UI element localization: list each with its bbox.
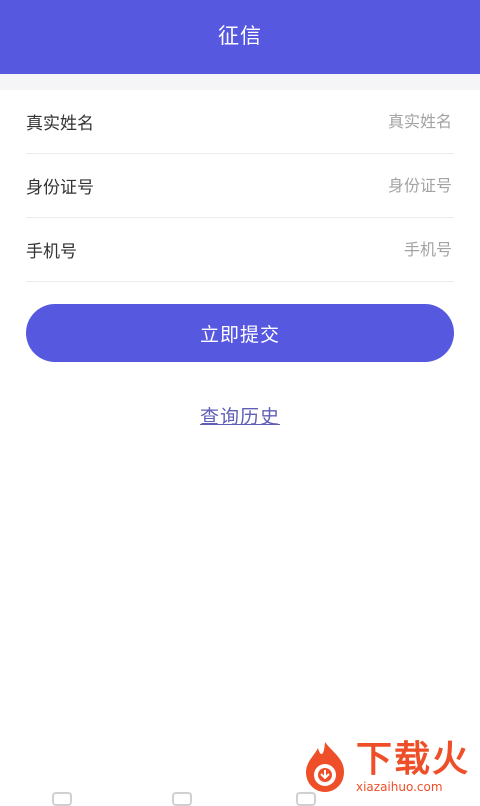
nav-hint-icon: [172, 792, 192, 806]
name-row: 真实姓名: [26, 90, 454, 154]
flame-logo-icon: [305, 742, 344, 792]
page-title: 征信: [218, 24, 262, 48]
history-link-container: 查询历史: [0, 402, 480, 429]
watermark: 下载火 xiazaihuo.com: [298, 740, 470, 794]
nav-hint-icon: [52, 792, 72, 806]
name-input[interactable]: [250, 111, 454, 132]
watermark-text: 下载火 xiazaihuo.com: [355, 739, 470, 795]
header-divider: [0, 74, 480, 90]
submit-button[interactable]: 立即提交: [26, 304, 454, 362]
id-number-row: 身份证号: [26, 154, 454, 218]
id-number-label: 身份证号: [26, 178, 94, 198]
query-history-link[interactable]: 查询历史: [200, 406, 280, 428]
phone-input[interactable]: [250, 239, 454, 260]
bottom-nav-hint: [0, 792, 480, 806]
phone-label: 手机号: [26, 242, 77, 262]
phone-row: 手机号: [26, 218, 454, 282]
nav-hint-icon: [296, 792, 316, 806]
app-header: 征信: [0, 0, 480, 74]
watermark-domain: xiazaihuo.com: [355, 780, 443, 794]
name-label: 真实姓名: [26, 114, 94, 134]
credit-query-form: 真实姓名 身份证号 手机号: [26, 90, 454, 282]
watermark-name: 下载火: [355, 739, 470, 780]
id-number-input[interactable]: [250, 175, 454, 196]
